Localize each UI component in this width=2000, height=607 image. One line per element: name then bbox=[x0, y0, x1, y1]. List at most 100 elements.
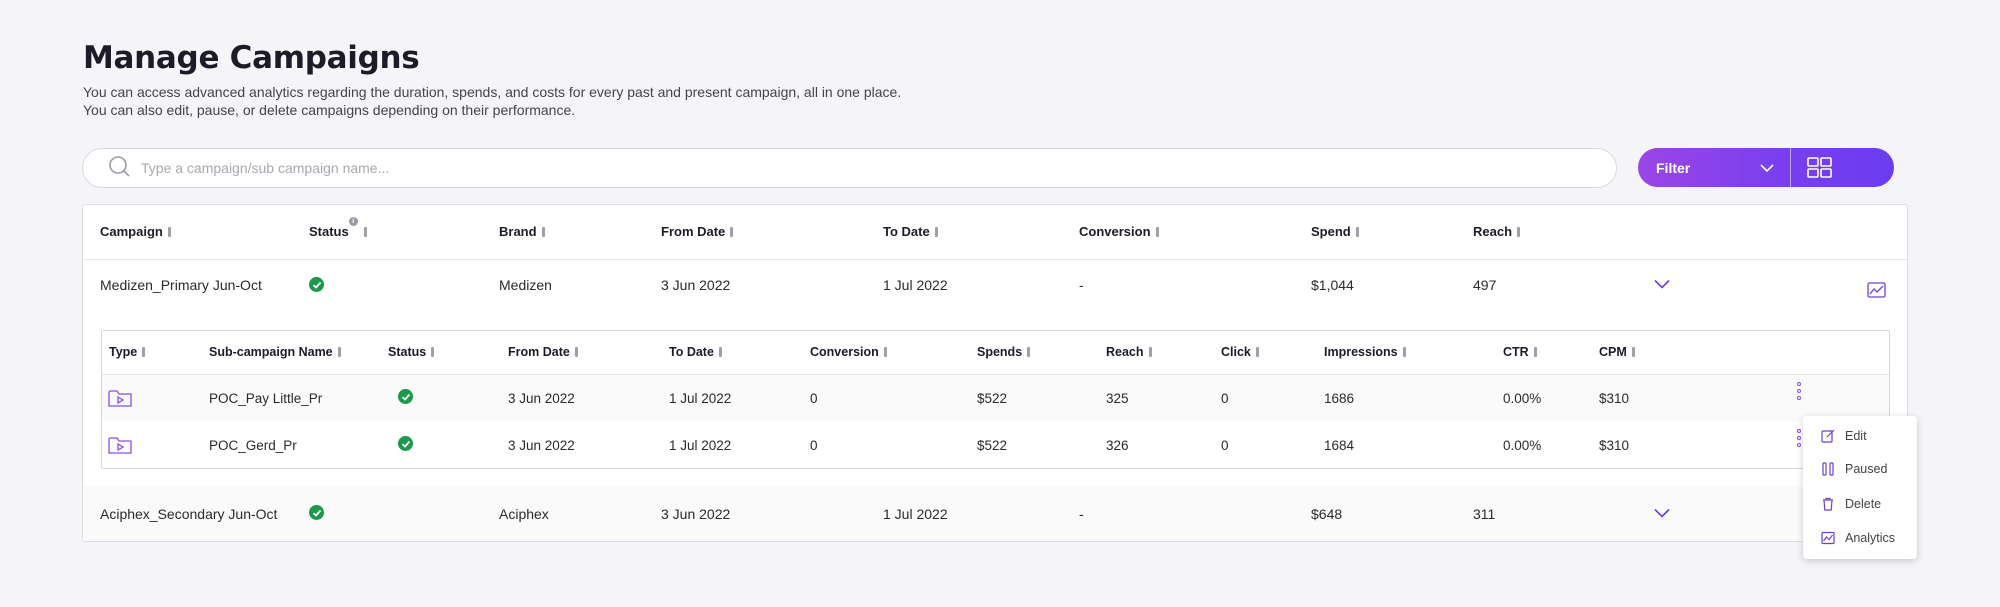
sort-icon[interactable] bbox=[1517, 226, 1521, 237]
to-date: 1 Jul 2022 bbox=[883, 277, 948, 293]
col-header-status-wrap: Status i bbox=[309, 217, 358, 239]
menu-item-label: Edit bbox=[1845, 429, 1867, 443]
spend-value: $1,044 bbox=[1311, 277, 1354, 293]
sub-col-header-name[interactable]: Sub-campaign Name bbox=[209, 345, 341, 359]
ctr-value: 0.00% bbox=[1503, 438, 1542, 453]
reach-value: 326 bbox=[1106, 438, 1129, 453]
col-header-label: Campaign bbox=[100, 224, 163, 239]
col-header-campaign[interactable]: Campaign bbox=[100, 224, 171, 239]
sub-col-header-spends[interactable]: Spends bbox=[977, 345, 1031, 359]
menu-item-edit[interactable]: Edit bbox=[1821, 429, 1867, 443]
sub-col-header-status[interactable]: Status bbox=[388, 345, 435, 359]
analytics-icon[interactable] bbox=[1867, 282, 1886, 298]
sub-campaign-name[interactable]: POC_Gerd_Pr bbox=[209, 438, 297, 453]
description-line-2: You can also edit, pause, or delete camp… bbox=[83, 102, 576, 118]
sort-icon[interactable] bbox=[1631, 347, 1635, 357]
sort-icon[interactable] bbox=[363, 226, 367, 237]
row-actions-menu: Edit Paused Delete Analytics bbox=[1803, 416, 1917, 559]
sort-icon[interactable] bbox=[574, 347, 578, 357]
row-actions-kebab-icon[interactable] bbox=[1797, 382, 1801, 400]
search-icon bbox=[107, 154, 131, 183]
sort-icon[interactable] bbox=[934, 226, 938, 237]
sort-icon[interactable] bbox=[883, 347, 887, 357]
sub-col-header-ctr[interactable]: CTR bbox=[1503, 345, 1537, 359]
sub-col-header-to-date[interactable]: To Date bbox=[669, 345, 722, 359]
menu-item-analytics[interactable]: Analytics bbox=[1821, 531, 1895, 545]
video-folder-icon bbox=[108, 437, 132, 454]
menu-item-paused[interactable]: Paused bbox=[1821, 462, 1887, 476]
sort-icon[interactable] bbox=[167, 226, 171, 237]
sort-icon[interactable] bbox=[541, 226, 545, 237]
sort-icon[interactable] bbox=[1533, 347, 1537, 357]
col-header-conversion[interactable]: Conversion bbox=[1079, 224, 1159, 239]
col-header-label: To Date bbox=[883, 224, 930, 239]
col-header-label: Conversion bbox=[810, 345, 879, 359]
col-header-label: Reach bbox=[1106, 345, 1144, 359]
col-header-label: Click bbox=[1221, 345, 1251, 359]
grid-view-icon bbox=[1807, 156, 1832, 178]
col-header-spend[interactable]: Spend bbox=[1311, 224, 1359, 239]
sort-icon[interactable] bbox=[1027, 347, 1031, 357]
cpm-value: $310 bbox=[1599, 391, 1630, 406]
col-header-reach[interactable]: Reach bbox=[1473, 224, 1521, 239]
col-header-from-date[interactable]: From Date bbox=[661, 224, 734, 239]
sub-col-header-click[interactable]: Click bbox=[1221, 345, 1259, 359]
sort-icon[interactable] bbox=[1155, 226, 1159, 237]
filter-dropdown-button[interactable]: Filter bbox=[1638, 148, 1790, 187]
chevron-down-icon[interactable] bbox=[1654, 508, 1670, 518]
from-date: 3 Jun 2022 bbox=[661, 277, 731, 293]
reach-value: 497 bbox=[1473, 277, 1497, 293]
campaign-name[interactable]: Aciphex_Secondary Jun-Oct bbox=[100, 506, 277, 522]
campaign-name[interactable]: Medizen_Primary Jun-Oct bbox=[100, 277, 262, 293]
sort-icon[interactable] bbox=[337, 347, 341, 357]
chevron-down-icon[interactable] bbox=[1654, 279, 1670, 289]
col-header-label: From Date bbox=[508, 345, 570, 359]
row-band bbox=[83, 486, 1907, 541]
status-active-icon bbox=[398, 389, 413, 404]
sub-col-header-conversion[interactable]: Conversion bbox=[810, 345, 887, 359]
to-date: 1 Jul 2022 bbox=[883, 506, 948, 522]
search-bar[interactable] bbox=[82, 148, 1617, 188]
status-active-icon bbox=[309, 277, 324, 292]
to-date: 1 Jul 2022 bbox=[669, 438, 732, 453]
sub-col-header-type[interactable]: Type bbox=[109, 345, 146, 359]
row-actions-kebab-icon[interactable] bbox=[1797, 429, 1801, 447]
col-header-to-date[interactable]: To Date bbox=[883, 224, 938, 239]
col-header-label: Conversion bbox=[1079, 224, 1151, 239]
sub-col-header-reach[interactable]: Reach bbox=[1106, 345, 1152, 359]
from-date: 3 Jun 2022 bbox=[508, 438, 575, 453]
col-header-label: Brand bbox=[499, 224, 537, 239]
col-header-brand[interactable]: Brand bbox=[499, 224, 545, 239]
ctr-value: 0.00% bbox=[1503, 391, 1542, 406]
sort-icon[interactable] bbox=[718, 347, 722, 357]
col-header-label: Spend bbox=[1311, 224, 1351, 239]
reach-value: 325 bbox=[1106, 391, 1129, 406]
col-header-label: Type bbox=[109, 345, 138, 359]
sort-icon[interactable] bbox=[431, 347, 435, 357]
grid-view-button[interactable] bbox=[1791, 148, 1894, 187]
sort-icon[interactable] bbox=[142, 347, 146, 357]
from-date: 3 Jun 2022 bbox=[661, 506, 731, 522]
menu-item-label: Analytics bbox=[1845, 531, 1896, 545]
sub-col-header-impressions[interactable]: Impressions bbox=[1324, 345, 1406, 359]
info-icon[interactable]: i bbox=[348, 217, 358, 226]
sub-campaign-name[interactable]: POC_Pay Little_Pr bbox=[209, 391, 322, 406]
row-divider bbox=[83, 259, 1907, 260]
menu-item-delete[interactable]: Delete bbox=[1821, 497, 1881, 511]
search-input[interactable] bbox=[141, 160, 1616, 176]
spends-value: $522 bbox=[977, 438, 1008, 453]
sort-icon[interactable] bbox=[1355, 226, 1359, 237]
conversion-value: - bbox=[1079, 506, 1084, 522]
sort-icon[interactable] bbox=[730, 226, 734, 237]
sub-col-header-cpm[interactable]: CPM bbox=[1599, 345, 1635, 359]
sort-icon[interactable] bbox=[1255, 347, 1259, 357]
sub-col-header-from-date[interactable]: From Date bbox=[508, 345, 578, 359]
sort-icon[interactable] bbox=[1148, 347, 1152, 357]
col-header-label: Status bbox=[309, 224, 349, 239]
col-header-status[interactable]: Status i bbox=[309, 217, 367, 239]
spend-value: $648 bbox=[1311, 506, 1343, 522]
sort-icon[interactable] bbox=[1402, 347, 1406, 357]
cpm-value: $310 bbox=[1599, 438, 1630, 453]
to-date: 1 Jul 2022 bbox=[669, 391, 732, 406]
conversion-value: 0 bbox=[810, 438, 818, 453]
